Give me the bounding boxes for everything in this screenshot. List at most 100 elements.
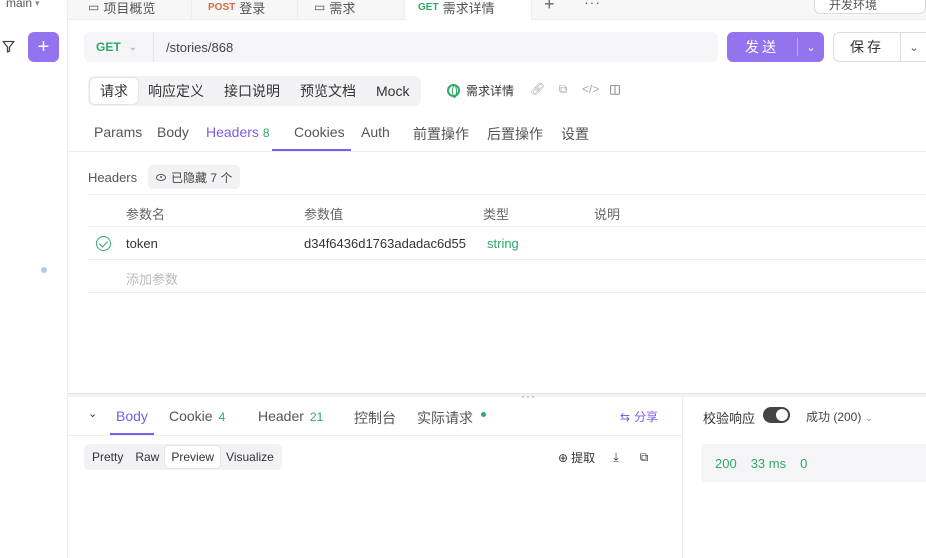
response-time: 33 ms [750, 455, 787, 471]
tab-request[interactable]: 请求 [90, 78, 138, 104]
chevron-down-icon[interactable]: ⌄ [901, 41, 926, 54]
folder-icon: ▭ [314, 0, 326, 14]
extract-label: 提取 [571, 451, 596, 465]
tab-story-detail[interactable]: GET 需求详情 [406, 0, 532, 20]
success-label: 成功 (200) [806, 410, 862, 424]
code-icon[interactable]: </> [582, 82, 599, 97]
tab-method: POST [208, 1, 236, 13]
share-label: 分享 [634, 410, 659, 424]
add-param-row: 添加参数 [88, 260, 926, 293]
tab-label: 登录 [239, 0, 266, 16]
request-name[interactable]: 需求详情 [447, 82, 514, 99]
headers-title: Headers [88, 170, 138, 185]
globe-icon [447, 84, 460, 98]
tab-response-body[interactable]: Body [116, 408, 148, 424]
tab-api-description[interactable]: 接口说明 [214, 78, 290, 104]
add-param-input[interactable]: 添加参数 [126, 269, 178, 288]
tab-preview-docs[interactable]: 预览文档 [290, 78, 366, 104]
copy-icon[interactable]: ⧉ [556, 82, 570, 97]
tab-pre-processors[interactable]: 前置操作 [413, 124, 469, 144]
view-visualize[interactable]: Visualize [220, 446, 280, 468]
url-input[interactable] [154, 32, 718, 62]
tab-actual-request[interactable]: 实际请求 [417, 408, 486, 428]
tab-login[interactable]: POST 登录 [196, 0, 298, 20]
tab-response-definition[interactable]: 响应定义 [138, 78, 214, 104]
column-header: 类型 [483, 207, 510, 222]
active-tab-indicator [110, 433, 154, 435]
more-icon[interactable]: ··· [584, 0, 601, 10]
document-icon: ▭ [88, 0, 100, 14]
tab-label: 需求 [329, 0, 356, 16]
tab-auth[interactable]: Auth [361, 124, 390, 140]
collapse-icon[interactable]: ⌄ [88, 407, 97, 420]
send-button[interactable]: 发送 ⌄ [727, 32, 824, 62]
scroll-indicator [41, 267, 47, 273]
tab-response-header[interactable]: Header 21 [258, 408, 323, 424]
validate-label: 校验响应 [703, 411, 756, 426]
panel-toggle-icon[interactable]: ◫ [608, 82, 622, 97]
chevron-down-icon: ⌄ [864, 413, 874, 424]
branch-selector[interactable]: main ▾ [6, 0, 40, 10]
tab-body[interactable]: Body [157, 124, 189, 140]
response-size: 0 [800, 455, 808, 471]
tab-label: 需求详情 [442, 0, 495, 16]
tab-mock[interactable]: Mock [366, 78, 419, 104]
table-header-row: 参数名 参数值 类型 说明 [88, 194, 926, 227]
param-name[interactable]: token [126, 236, 158, 251]
environment-selector[interactable]: 开发环境 [814, 0, 926, 14]
new-tab-icon[interactable]: + [544, 0, 555, 15]
tab-params[interactable]: Params [94, 124, 142, 140]
column-header: 参数值 [304, 207, 344, 222]
extract-button[interactable]: ⊕ 提取 [558, 449, 595, 466]
method-select[interactable]: GET ⌄ [84, 32, 154, 62]
chevron-down-icon: ▾ [35, 0, 40, 8]
response-actions: ⊕ 提取 ⤓ ⧉ [558, 449, 651, 466]
add-button[interactable]: + [28, 32, 59, 62]
chevron-down-icon[interactable]: ⌄ [798, 41, 824, 54]
tab-post-processors[interactable]: 后置操作 [487, 124, 543, 144]
view-raw[interactable]: Raw [129, 446, 165, 468]
tab-settings[interactable]: 设置 [561, 124, 589, 144]
view-mode-tabs: Pretty Raw Preview Visualize [84, 444, 282, 470]
filter-icon[interactable] [0, 36, 18, 56]
tab-method: GET [418, 1, 439, 13]
sidebar: main ▾ + [0, 0, 68, 558]
send-label: 发送 [745, 39, 779, 55]
link-icon[interactable]: 🔗︎ [530, 82, 545, 97]
download-icon[interactable]: ⤓ [609, 450, 623, 465]
headers-table: 参数名 参数值 类型 说明 token d34f6436d1763adadac6… [88, 194, 926, 293]
view-pretty[interactable]: Pretty [86, 446, 129, 468]
active-tab-indicator [272, 149, 351, 151]
chevron-down-icon: ⌄ [128, 41, 138, 53]
share-icon: ⇆ [620, 409, 631, 424]
tab-cookies[interactable]: Cookies [294, 124, 345, 140]
column-header: 参数名 [126, 207, 166, 222]
enabled-checkbox[interactable] [96, 236, 111, 251]
status-dot [481, 412, 486, 417]
param-type[interactable]: string [487, 236, 519, 251]
table-row: token d34f6436d1763adadac6d55 string [88, 227, 926, 260]
environment-label: 开发环境 [829, 0, 878, 12]
tab-response-cookie[interactable]: Cookie 4 [169, 408, 225, 424]
headers-count: 8 [262, 126, 270, 140]
response-tabs: ⌄ Body Cookie 4 Header 21 控制台 实际请求 ⇆ 分享 [68, 397, 682, 436]
branch-name: main [6, 0, 33, 10]
hidden-headers-badge[interactable]: 已隐藏 7 个 [148, 165, 241, 189]
status-code: 200 [715, 455, 737, 471]
tab-project-overview[interactable]: ▭ 项目概览 [76, 0, 192, 20]
param-value[interactable]: d34f6436d1763adadac6d55 [304, 236, 472, 251]
save-label: 保存 [850, 39, 884, 55]
section-tabs: 请求 响应定义 接口说明 预览文档 Mock [88, 76, 422, 106]
tab-stories[interactable]: ▭ 需求 [302, 0, 404, 20]
tab-console[interactable]: 控制台 [354, 408, 396, 428]
column-header: 说明 [594, 207, 621, 222]
tab-headers[interactable]: Headers 8 [206, 124, 270, 140]
save-button[interactable]: 保存 ⌄ [833, 32, 926, 62]
view-preview[interactable]: Preview [165, 446, 221, 468]
response-panel: ⌄ Body Cookie 4 Header 21 控制台 实际请求 ⇆ 分享 Pr… [68, 397, 682, 558]
share-button[interactable]: ⇆ 分享 [620, 408, 658, 425]
validate-toggle[interactable] [763, 407, 790, 423]
param-tabs: Params Body Headers 8 Cookies Auth 前置操作 后… [68, 112, 926, 152]
success-selector[interactable]: 成功 (200) ⌄ [806, 408, 873, 425]
copy-icon[interactable]: ⧉ [637, 450, 651, 465]
